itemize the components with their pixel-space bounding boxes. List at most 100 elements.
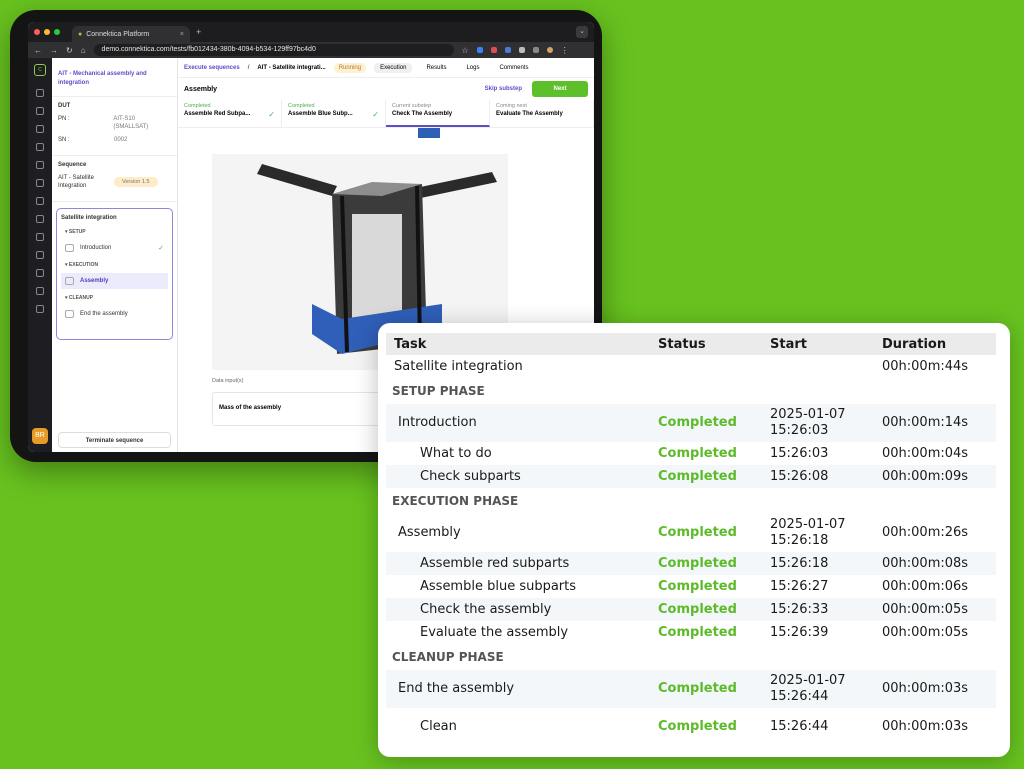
- dashboard-icon[interactable]: [36, 107, 44, 115]
- step-title: Assembly: [184, 85, 218, 93]
- task-cell: Assemble red subparts: [386, 552, 658, 575]
- task-cell: End the assembly: [386, 670, 658, 708]
- address-bar[interactable]: demo.connektica.com/tests/fb012434-380b-…: [93, 44, 454, 56]
- check-circle-icon: ✓: [158, 245, 164, 252]
- top-nav: Execute sequences / AIT - Satellite inte…: [178, 58, 594, 78]
- folder-icon[interactable]: [36, 305, 44, 313]
- browser-tab-bar: ● Connektica Platform × + ⌄: [28, 22, 594, 42]
- reload-icon[interactable]: ↻: [66, 46, 73, 55]
- bookmark-star-icon[interactable]: ☆: [462, 46, 469, 55]
- phase-label: SETUP PHASE: [392, 384, 485, 398]
- task-cell: Introduction: [386, 404, 658, 442]
- forward-icon[interactable]: →: [50, 46, 58, 55]
- step-header: Assembly Skip substep Next: [178, 78, 594, 100]
- step-item-assembly[interactable]: Assembly: [61, 273, 168, 289]
- connektica-logo-icon: ●: [78, 30, 83, 38]
- nav-icon[interactable]: [36, 233, 44, 241]
- status-cell: Completed: [658, 404, 770, 442]
- column-header-start: Start: [770, 333, 882, 355]
- table-row: Evaluate the assembly Completed 15:26:39…: [386, 621, 996, 644]
- app-logo-icon[interactable]: C: [34, 64, 46, 76]
- maximize-window-dot[interactable]: [54, 29, 60, 35]
- browser-tab-title: Connektica Platform: [86, 30, 150, 38]
- status-cell: Completed: [658, 598, 770, 621]
- duration-cell: 00h:00m:04s: [882, 445, 969, 461]
- breadcrumb-current: AIT - Satellite integrati...: [257, 64, 326, 71]
- users-icon[interactable]: [36, 251, 44, 259]
- tab-results[interactable]: Results: [420, 63, 452, 73]
- skip-substep-link[interactable]: Skip substep: [485, 86, 522, 92]
- table-row: Introduction Completed 2025-01-07 15:26:0…: [386, 404, 996, 442]
- data-inputs-label: Data input(s): [212, 378, 244, 384]
- tab-execution[interactable]: Execution: [374, 62, 413, 73]
- status-cell: Completed: [658, 670, 770, 708]
- start-cell: 15:26:18: [770, 552, 882, 575]
- table-row: Satellite integration 00h:00m:44s: [386, 355, 996, 378]
- search-icon[interactable]: [36, 89, 44, 97]
- start-cell: 15:26:44: [770, 719, 829, 734]
- chevron-down-icon[interactable]: ⌄: [576, 26, 588, 38]
- nav-icon[interactable]: [36, 125, 44, 133]
- start-cell: 15:26:03: [770, 445, 829, 461]
- table-row: Check subparts Completed 15:26:08 00h:00…: [386, 465, 996, 488]
- breadcrumb-root[interactable]: Execute sequences: [184, 65, 240, 71]
- results-table-card: Task Status Start Duration Satellite int…: [378, 323, 1010, 757]
- column-header-status: Status: [658, 333, 770, 355]
- pn-value: AIT-S10 (SMALLSAT): [113, 116, 149, 130]
- substep-completed[interactable]: Completed Assemble Red Subpa... ✓: [178, 100, 282, 127]
- profile-avatar[interactable]: [546, 47, 553, 53]
- start-cell: 15:26:08: [770, 465, 882, 488]
- duration-cell: 00h:00m:03s: [882, 719, 969, 734]
- step-item-introduction[interactable]: Introduction ✓: [61, 240, 168, 256]
- tab-comments[interactable]: Comments: [493, 63, 534, 73]
- home-icon[interactable]: ⌂: [81, 46, 86, 55]
- task-cell: Assemble blue subparts: [420, 578, 577, 594]
- back-icon[interactable]: ←: [34, 46, 42, 55]
- duration-cell: 00h:00m:09s: [882, 465, 996, 488]
- table-row: End the assembly Completed 2025-01-07 15:…: [386, 670, 996, 708]
- next-button[interactable]: Next: [532, 81, 588, 97]
- nav-icon[interactable]: [36, 179, 44, 187]
- puzzle-icon[interactable]: [532, 47, 539, 53]
- extension-icon[interactable]: [518, 47, 525, 53]
- group-label: ▾ SETUP: [65, 229, 86, 235]
- extension-icon[interactable]: [476, 47, 483, 53]
- table-row: Assembly Completed 2025-01-07 15:26:18 00…: [386, 514, 996, 552]
- user-avatar[interactable]: BR: [32, 428, 48, 444]
- extension-icon[interactable]: [490, 47, 497, 53]
- table-header-row: Task Status Start Duration: [386, 333, 996, 355]
- nav-icon[interactable]: [36, 143, 44, 151]
- book-icon[interactable]: [36, 269, 44, 277]
- nav-icon[interactable]: [36, 197, 44, 205]
- tab-logs[interactable]: Logs: [460, 63, 485, 73]
- phase-row: CLEANUP PHASE: [386, 644, 996, 670]
- substep-coming-next[interactable]: Coming next Evaluate The Assembly: [490, 100, 594, 127]
- version-badge: Version 1.5: [114, 177, 158, 187]
- extension-icon[interactable]: [504, 47, 511, 53]
- close-window-dot[interactable]: [34, 29, 40, 35]
- terminate-sequence-button[interactable]: Terminate sequence: [58, 432, 171, 448]
- nav-icon[interactable]: [36, 215, 44, 223]
- task-cell: What to do: [420, 445, 492, 461]
- more-menu-icon[interactable]: ⋮: [561, 46, 569, 55]
- close-tab-icon[interactable]: ×: [180, 31, 184, 38]
- status-cell: Completed: [658, 719, 737, 734]
- duration-cell: 00h:00m:14s: [882, 404, 996, 442]
- check-circle-icon: ✓: [372, 110, 379, 119]
- task-cell: Check subparts: [386, 465, 658, 488]
- book-icon[interactable]: [36, 287, 44, 295]
- browser-tab[interactable]: ● Connektica Platform ×: [72, 26, 190, 42]
- browser-toolbar: ← → ↻ ⌂ demo.connektica.com/tests/fb0124…: [28, 42, 594, 58]
- substep-current[interactable]: Current substep Check The Assembly: [386, 100, 490, 127]
- duration-cell: 00h:00m:05s: [882, 624, 969, 640]
- step-icon: [65, 310, 74, 318]
- status-cell: Completed: [658, 552, 770, 575]
- minimize-window-dot[interactable]: [44, 29, 50, 35]
- new-tab-icon[interactable]: +: [196, 27, 201, 37]
- substep-tracker: Completed Assemble Red Subpa... ✓ Complete…: [178, 100, 594, 128]
- sequence-section: Sequence AIT - Satellite Integration Vers…: [52, 156, 177, 202]
- nav-icon[interactable]: [36, 161, 44, 169]
- substep-completed[interactable]: Completed Assemble Blue Subp... ✓: [282, 100, 386, 127]
- table-row: Clean Completed 15:26:44 00h:00m:03s: [386, 708, 996, 746]
- step-item-end-assembly[interactable]: End the assembly: [61, 306, 168, 322]
